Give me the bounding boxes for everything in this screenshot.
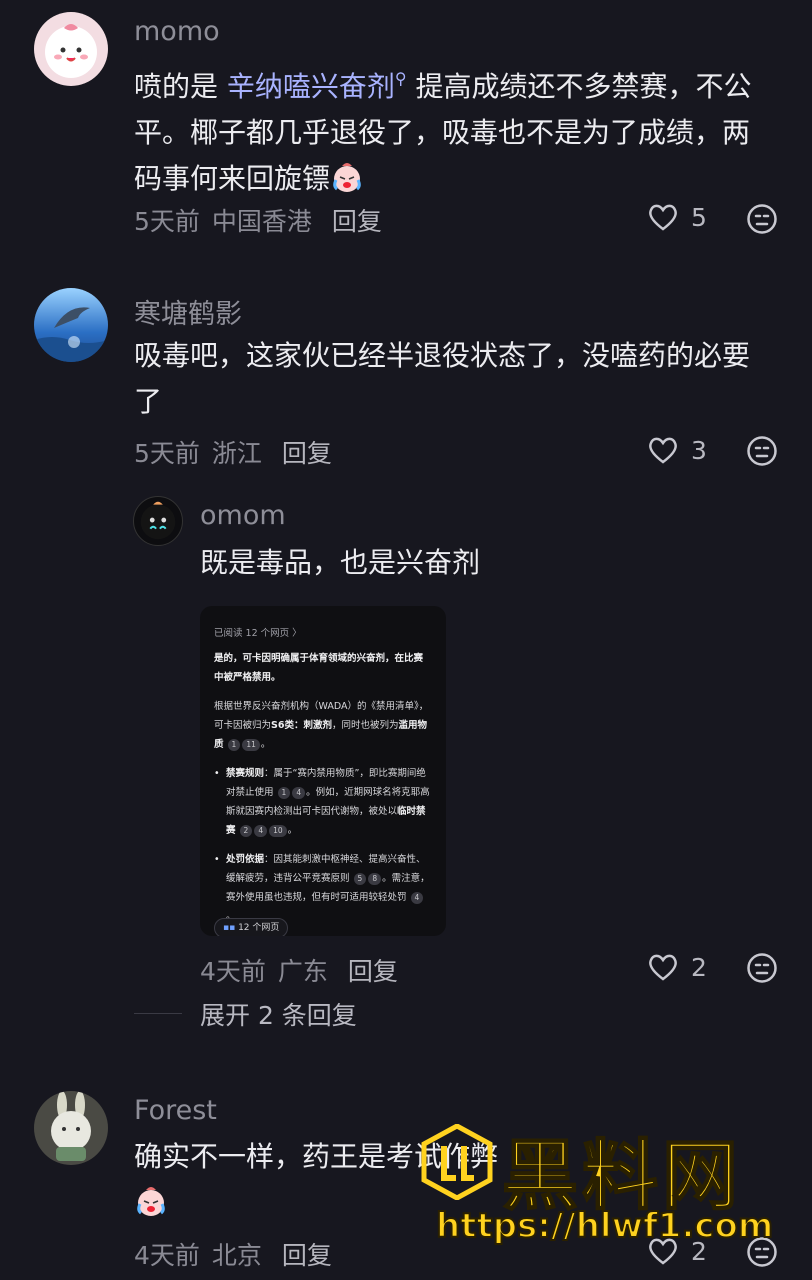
cartoon-avatar-icon: [45, 24, 97, 78]
comment-text: 吸毒吧，这家伙已经半退役状态了，没嗑药的必要了: [134, 339, 751, 418]
source-logos-icon: ▪▪: [223, 923, 239, 933]
ai-answer-screenshot[interactable]: 已阅读 12 个网页 〉 是的，可卡因明确属于体育领域的兴奋剂，在比赛中被严格禁…: [200, 606, 446, 936]
citation-badge: 2: [239, 825, 253, 837]
avatar[interactable]: [133, 496, 183, 546]
timestamp: 4天前: [200, 957, 266, 986]
location: 浙江: [211, 439, 262, 468]
reply-button[interactable]: 回复: [282, 1236, 332, 1272]
bullet-title: 处罚依据: [226, 854, 265, 865]
location: 广东: [277, 957, 328, 986]
answer-bullet: 禁赛规则：属于“赛内禁用物质”，即比赛期间绝对禁止使用 14。例如，近期网球名将…: [214, 764, 432, 840]
read-pages-label: 已阅读 12 个网页 〉: [214, 628, 302, 639]
citation-badge: 4: [292, 787, 306, 799]
username[interactable]: omom: [200, 500, 286, 531]
location: 中国香港: [211, 207, 312, 236]
username[interactable]: momo: [134, 16, 220, 47]
like-button[interactable]: 2: [647, 952, 707, 982]
avatar[interactable]: [34, 288, 108, 362]
dislike-face-icon[interactable]: [746, 435, 778, 467]
search-icon[interactable]: ⚲: [395, 69, 407, 88]
reply-button[interactable]: 回复: [332, 202, 382, 238]
answer-text: ，同时也被列为: [331, 720, 399, 731]
like-button[interactable]: 3: [647, 435, 707, 465]
avatar[interactable]: [34, 12, 108, 86]
avatar[interactable]: [34, 1091, 108, 1165]
comment-text: 既是毒品，也是兴奋剂: [200, 546, 481, 579]
timestamp: 5天前: [134, 439, 200, 468]
citation-badge: 4: [254, 825, 268, 837]
heart-icon: [649, 204, 677, 231]
comment-text: 喷的是 辛纳嗑兴奋剂⚲ 提高成绩还不多禁赛，不公平。椰子都几乎退役了，吸毒也不是…: [134, 56, 776, 202]
username[interactable]: Forest: [134, 1095, 217, 1126]
heart-icon: [649, 437, 677, 464]
like-count: 2: [691, 952, 707, 982]
crying-laugh-emoji-icon: [137, 1187, 165, 1216]
timestamp: 4天前: [134, 1241, 200, 1270]
crying-laugh-emoji-icon: [333, 163, 361, 192]
answer-headline: 是的，可卡因明确属于体育领域的兴奋剂，在比赛中被严格禁用。: [214, 653, 424, 683]
sources-count: 12 个网页: [238, 923, 280, 933]
answer-bold: S6类：刺激剂: [271, 720, 332, 731]
comment-meta: 4天前 北京 回复: [134, 1236, 332, 1272]
watermark: 黑料网 https://hlwf1.com: [420, 1120, 800, 1250]
comment-meta: 4天前 广东 回复: [200, 952, 398, 988]
username[interactable]: 寒塘鹤影: [134, 292, 242, 331]
watermark-logo-icon: [421, 1124, 493, 1200]
answer-paragraph: 根据世界反兴奋剂机构（WADA）的《禁用清单》，可卡因被归为S6类：刺激剂，同时…: [214, 701, 429, 751]
citation-badge: 4: [410, 892, 424, 904]
citation-badge: 5: [353, 873, 367, 885]
like-count: 5: [691, 202, 707, 232]
dislike-face-icon[interactable]: [746, 952, 778, 984]
bullet-title: 禁赛规则: [226, 768, 265, 779]
citation-badge: 1: [227, 739, 241, 751]
sources-pill: ▪▪ 12 个网页: [214, 918, 289, 936]
heart-icon: [649, 954, 677, 981]
reply-button[interactable]: 回复: [348, 952, 398, 988]
comment-text-prefix: 喷的是: [134, 70, 227, 103]
divider: [134, 1013, 182, 1014]
answer-bullet: 处罚依据：因其能刺激中枢神经、提高兴奋性、缓解疲劳，违背公平竞赛原则 58。需注…: [214, 850, 432, 926]
citation-badge: 10: [269, 825, 287, 837]
like-count: 3: [691, 435, 707, 465]
expand-replies-button[interactable]: 展开 2 条回复: [200, 996, 357, 1032]
timestamp: 5天前: [134, 207, 200, 236]
comment-meta: 5天前 中国香港 回复: [134, 202, 382, 238]
location: 北京: [211, 1241, 262, 1270]
watermark-url: https://hlwf1.com: [435, 1205, 774, 1247]
dolphin-avatar-icon: [34, 307, 108, 362]
comment-meta: 5天前 浙江 回复: [134, 434, 332, 470]
search-link[interactable]: 辛纳嗑兴奋剂: [227, 70, 395, 103]
dark-cartoon-avatar-icon: [140, 501, 176, 540]
citation-badge: 8: [368, 873, 382, 885]
citation-badge: 1: [277, 787, 291, 799]
rabbit-avatar-icon: [51, 1091, 91, 1161]
reply-button[interactable]: 回复: [282, 434, 332, 470]
citation-badge: 11: [242, 739, 260, 751]
dislike-face-icon[interactable]: [746, 203, 778, 235]
like-button[interactable]: 5: [647, 202, 707, 232]
